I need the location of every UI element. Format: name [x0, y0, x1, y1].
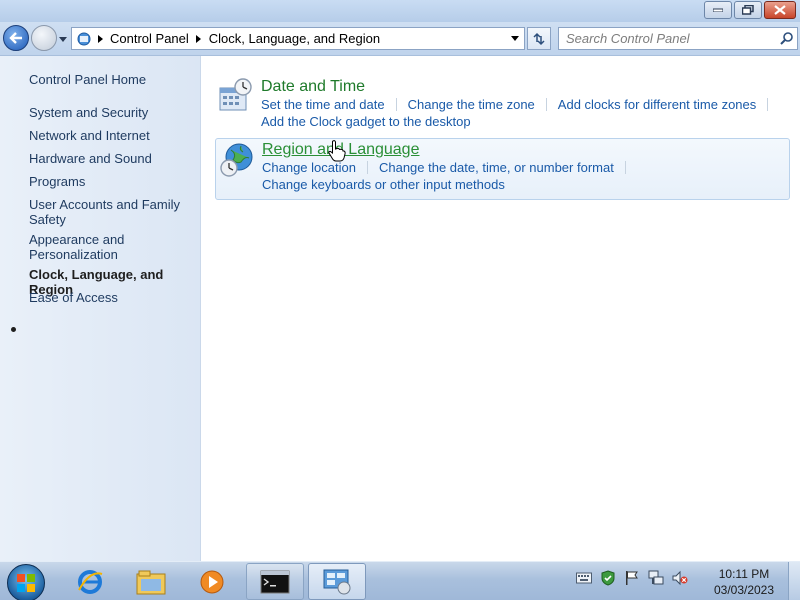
system-tray [576, 570, 688, 586]
recent-pages-button[interactable] [58, 34, 68, 44]
show-desktop-button[interactable] [788, 562, 800, 600]
network-icon[interactable] [648, 570, 664, 586]
task-divider [624, 161, 626, 174]
minimize-button[interactable] [704, 1, 732, 19]
title-bar [0, 0, 800, 22]
media-player-icon[interactable] [183, 563, 241, 600]
change-keyboards-link[interactable]: Change keyboards or other input methods [262, 177, 505, 192]
date-time-tasks-row2: Add the Clock gadget to the desktop [261, 114, 471, 129]
control-panel-icon[interactable] [308, 563, 366, 600]
sidebar-item-control-panel-home[interactable]: Control Panel Home [29, 72, 194, 87]
change-time-zone-link[interactable]: Change the time zone [408, 97, 535, 112]
control-panel-location-icon [74, 29, 94, 49]
maximize-button[interactable] [734, 1, 762, 19]
sidebar-item-programs[interactable]: Programs [29, 174, 194, 189]
region-language-tasks-row1: Change location Change the date, time, o… [262, 160, 637, 175]
task-divider [545, 98, 547, 111]
change-location-link[interactable]: Change location [262, 160, 356, 175]
sidebar: Control Panel Home System and Security N… [0, 56, 201, 561]
globe-clock-icon[interactable] [219, 142, 255, 178]
add-clocks-link[interactable]: Add clocks for different time zones [558, 97, 756, 112]
category-region-language[interactable]: Region and Language Change location Chan… [215, 138, 790, 200]
caption-buttons [704, 1, 796, 19]
maximize-icon [742, 5, 754, 15]
add-clock-gadget-link[interactable]: Add the Clock gadget to the desktop [261, 114, 471, 129]
refresh-icon [533, 32, 545, 45]
forward-button[interactable] [31, 25, 57, 51]
search-input[interactable]: Search Control Panel [558, 27, 798, 50]
main-content: Date and Time Set the time and date Chan… [202, 56, 800, 561]
date-time-tasks-row1: Set the time and date Change the time zo… [261, 97, 779, 112]
back-button[interactable] [3, 25, 29, 51]
sidebar-item-appearance[interactable]: Appearance and Personalization [29, 232, 194, 262]
sidebar-item-system-security[interactable]: System and Security [29, 105, 194, 120]
set-time-date-link[interactable]: Set the time and date [261, 97, 385, 112]
sidebar-item-network-internet[interactable]: Network and Internet [29, 128, 194, 143]
search-icon[interactable] [775, 32, 797, 45]
command-prompt-icon[interactable] [246, 563, 304, 600]
address-bar[interactable]: Control Panel Clock, Language, and Regio… [71, 27, 525, 50]
task-divider [395, 98, 397, 111]
breadcrumb-arrow-icon[interactable] [94, 34, 106, 43]
taskbar-clock[interactable]: 10:11 PM 03/03/2023 [708, 566, 780, 598]
sidebar-item-ease-of-access[interactable]: Ease of Access [29, 290, 194, 305]
clock-time: 10:11 PM [718, 567, 770, 581]
active-item-bullet [11, 327, 16, 332]
hand-cursor-icon [328, 140, 346, 162]
region-language-tasks-row2: Change keyboards or other input methods [262, 177, 505, 192]
close-icon [774, 5, 786, 15]
date-time-icon[interactable] [218, 78, 254, 114]
close-button[interactable] [764, 1, 796, 19]
chevron-down-icon [59, 36, 67, 42]
date-time-title[interactable]: Date and Time [261, 78, 365, 96]
taskbar: 10:11 PM 03/03/2023 [0, 561, 800, 600]
clock-date: 03/03/2023 [713, 583, 775, 597]
security-shield-icon[interactable] [600, 570, 616, 586]
minimize-icon [713, 8, 723, 12]
navigation-bar: Control Panel Clock, Language, and Regio… [0, 22, 800, 56]
windows-explorer-icon[interactable] [122, 563, 180, 600]
refresh-button[interactable] [527, 27, 551, 50]
change-format-link[interactable]: Change the date, time, or number format [379, 160, 614, 175]
internet-explorer-icon[interactable] [61, 563, 119, 600]
breadcrumb-control-panel[interactable]: Control Panel [106, 31, 193, 46]
address-dropdown-button[interactable] [506, 28, 524, 49]
breadcrumb-arrow-icon[interactable] [193, 34, 205, 43]
keyboard-icon[interactable] [576, 570, 592, 586]
windows-start-icon[interactable] [7, 564, 45, 600]
breadcrumb-clock-language-region[interactable]: Clock, Language, and Region [205, 31, 384, 46]
sidebar-item-hardware-sound[interactable]: Hardware and Sound [29, 151, 194, 166]
task-divider [366, 161, 368, 174]
search-placeholder: Search Control Panel [566, 31, 690, 46]
task-divider [767, 98, 769, 111]
chevron-down-icon [511, 36, 519, 41]
category-date-time: Date and Time Set the time and date Chan… [215, 76, 790, 132]
action-center-flag-icon[interactable] [624, 570, 640, 586]
sidebar-item-user-accounts[interactable]: User Accounts and Family Safety [29, 197, 194, 227]
back-arrow-icon [9, 32, 22, 44]
volume-muted-icon[interactable] [672, 570, 688, 586]
